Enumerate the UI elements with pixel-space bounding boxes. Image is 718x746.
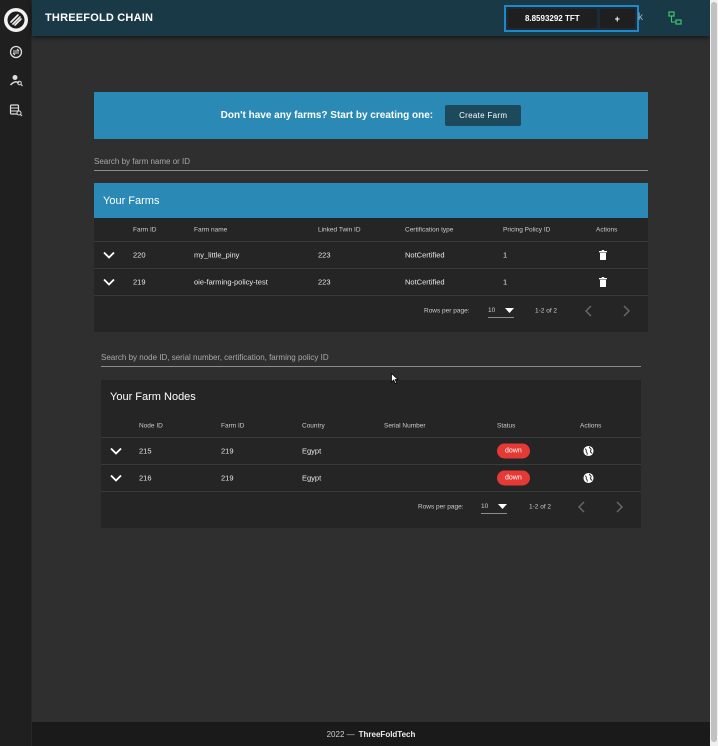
farm-search-input[interactable]	[94, 153, 648, 171]
rows-per-page-select[interactable]: 10	[481, 500, 507, 514]
farm-id-cell: 219	[221, 446, 234, 456]
column-certification-type[interactable]: Certification type	[405, 226, 453, 233]
prev-page-icon[interactable]	[577, 501, 587, 513]
table-row[interactable]: 215 219 Egypt down	[101, 438, 641, 465]
pricing-policy-cell: 1	[503, 250, 508, 260]
footer: 2022 — ThreeFoldTech	[32, 722, 710, 746]
nodes-pagination: Rows per page: 10 1-2 of 2	[101, 492, 641, 522]
account-menu-icon[interactable]: k	[638, 12, 643, 23]
table-row[interactable]: 219 oie-farming-policy-test 223 NotCerti…	[94, 269, 648, 296]
swap-icon[interactable]	[8, 44, 24, 60]
twin-id-cell: 223	[318, 277, 331, 287]
next-page-icon[interactable]	[621, 305, 631, 317]
table-row[interactable]: 216 219 Egypt down	[101, 465, 641, 492]
rows-per-page-value: 10	[481, 503, 489, 510]
country-cell: Egypt	[302, 446, 322, 456]
balance-display[interactable]: 8.8593292 TFT	[508, 9, 597, 28]
account-search-icon[interactable]	[8, 72, 24, 88]
column-farm-id[interactable]: Farm ID	[221, 422, 244, 429]
column-linked-twin-id[interactable]: Linked Twin ID	[318, 226, 361, 233]
globe-icon[interactable]	[583, 445, 594, 457]
column-node-id[interactable]: Node ID	[139, 422, 163, 429]
country-cell: Egypt	[302, 473, 322, 483]
chevron-down-icon[interactable]	[103, 251, 115, 259]
rows-per-page-label: Rows per page:	[418, 503, 464, 511]
chevron-down-icon[interactable]	[103, 278, 115, 286]
delete-icon[interactable]	[599, 277, 607, 287]
certification-cell: NotCertified	[405, 277, 445, 287]
farms-card: Your Farms Farm ID Farm name Linked Twin…	[94, 183, 648, 332]
column-serial-number[interactable]: Serial Number	[384, 422, 426, 429]
page-range: 1-2 of 2	[535, 307, 558, 315]
column-actions: Actions	[580, 422, 602, 429]
farm-id-cell: 219	[133, 277, 146, 287]
add-funds-button[interactable]: +	[599, 9, 635, 28]
globe-icon[interactable]	[583, 472, 594, 484]
status-badge: down	[497, 443, 530, 459]
pricing-policy-cell: 1	[503, 277, 508, 287]
nodes-table-header: Node ID Farm ID Country Serial Number St…	[101, 414, 641, 438]
prev-page-icon[interactable]	[584, 305, 594, 317]
app-title: THREEFOLD CHAIN	[45, 12, 154, 24]
column-farm-name[interactable]: Farm name	[194, 226, 227, 233]
certification-cell: NotCertified	[405, 250, 445, 260]
column-status[interactable]: Status	[497, 422, 515, 429]
next-page-icon[interactable]	[614, 501, 624, 513]
farm-name-cell: my_little_piny	[194, 250, 240, 260]
footer-year: 2022 —	[326, 729, 355, 739]
delete-icon[interactable]	[599, 250, 607, 260]
column-farm-id[interactable]: Farm ID	[133, 226, 156, 233]
banner-text: Don't have any farms? Start by creating …	[220, 110, 434, 121]
node-id-cell: 215	[139, 446, 152, 456]
status-badge: down	[497, 470, 530, 486]
farms-table-header: Farm ID Farm name Linked Twin ID Certifi…	[94, 218, 648, 242]
sidebar	[0, 0, 32, 746]
balance-panel: 8.8593292 TFT +	[504, 5, 639, 32]
farm-name-cell: oie-farming-policy-test	[194, 277, 268, 287]
table-row[interactable]: 220 my_little_piny 223 NotCertified 1	[94, 242, 648, 269]
chevron-down-icon[interactable]	[110, 447, 122, 455]
chevron-down-icon[interactable]	[110, 474, 122, 482]
column-pricing-policy-id[interactable]: Pricing Policy ID	[503, 226, 550, 233]
farm-id-cell: 220	[133, 250, 146, 260]
database-search-icon[interactable]	[8, 102, 24, 118]
caret-down-icon	[505, 308, 514, 313]
caret-down-icon	[498, 504, 507, 509]
mouse-cursor-icon	[391, 373, 399, 384]
farm-nodes-title: Your Farm Nodes	[110, 391, 196, 403]
farms-pagination: Rows per page: 10 1-2 of 2	[94, 296, 648, 326]
page-range: 1-2 of 2	[529, 503, 552, 511]
node-search-input[interactable]	[101, 349, 641, 367]
twin-id-cell: 223	[318, 250, 331, 260]
farm-id-cell: 219	[221, 473, 234, 483]
footer-brand: ThreeFoldTech	[358, 729, 416, 739]
column-country[interactable]: Country	[302, 422, 325, 429]
create-farm-banner: Don't have any farms? Start by creating …	[94, 92, 648, 139]
farms-title: Your Farms	[94, 183, 648, 218]
logo-icon[interactable]	[4, 8, 28, 32]
rows-per-page-select[interactable]: 10	[488, 304, 514, 318]
page-scrollbar-thumb[interactable]	[711, 2, 717, 742]
rows-per-page-value: 10	[488, 307, 496, 314]
network-icon[interactable]	[668, 11, 682, 25]
create-farm-button[interactable]: Create Farm	[445, 105, 522, 126]
farm-nodes-card: Your Farm Nodes Node ID Farm ID Country …	[101, 380, 641, 528]
column-actions: Actions	[596, 226, 618, 233]
rows-per-page-label: Rows per page:	[424, 307, 470, 315]
node-id-cell: 216	[139, 473, 152, 483]
top-app-bar: THREEFOLD CHAIN 8.8593292 TFT + k	[32, 0, 710, 36]
